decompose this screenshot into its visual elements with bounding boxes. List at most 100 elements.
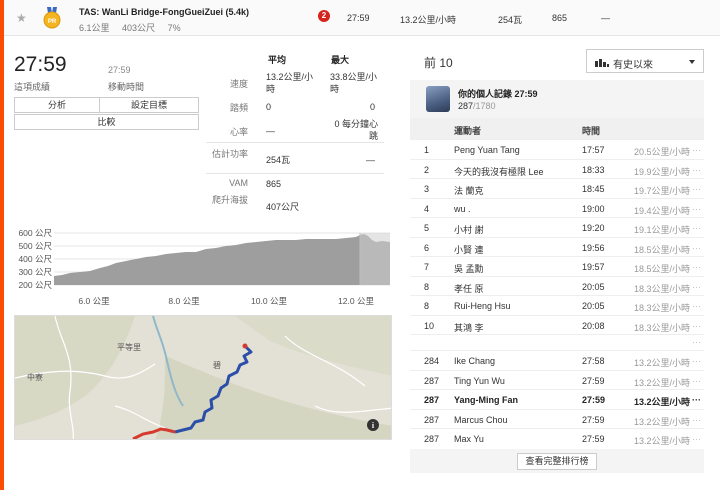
more-icon[interactable]: ···	[692, 356, 701, 366]
athlete-name-link[interactable]: 小賢 連	[454, 243, 484, 256]
more-icon[interactable]: ···	[692, 376, 701, 386]
y-tick-label: 200 公尺	[18, 280, 52, 290]
stat-max-speed: 33.8公里/小時	[330, 72, 378, 94]
more-icon[interactable]: ···	[692, 321, 701, 331]
time-cell: 19:00	[582, 203, 605, 214]
table-row: 7 吳 孟勳 19:57 18.5公里/小時 ···	[410, 256, 704, 276]
more-icon[interactable]: ···	[692, 301, 701, 311]
athlete-name-link[interactable]: Peng Yuan Tang	[454, 145, 520, 155]
table-row: 8 Rui-Heng Hsu 20:05 18.3公里/小時 ···	[410, 295, 704, 315]
rank-cell: 287	[424, 414, 440, 425]
left-accent-bar	[0, 0, 4, 490]
athlete-name-link[interactable]: 其鴻 李	[454, 321, 484, 334]
more-icon[interactable]: ···	[692, 415, 701, 425]
elevation-profile-chart[interactable]: 600 公尺 500 公尺 400 公尺 300 公尺 200 公尺 6.0 公…	[14, 226, 392, 310]
athlete-name-link[interactable]: Rui-Heng Hsu	[454, 301, 511, 311]
rank-cell: 3	[424, 184, 430, 194]
athlete-name-link[interactable]: 小村 謝	[454, 223, 484, 236]
segment-grade: 7%	[167, 23, 181, 33]
y-tick-label: 300 公尺	[18, 267, 52, 277]
pr-medal-icon: PR	[43, 7, 61, 29]
leaderboard-footer: 查看完整排行榜	[410, 449, 704, 473]
moving-time-label: 移動時間	[108, 82, 145, 92]
table-row: 10 其鴻 李 20:08 18.3公里/小時 ···	[410, 314, 704, 335]
map-canvas[interactable]: 中寮 平等里 碧 i	[15, 316, 392, 440]
column-athlete: 運動者	[454, 126, 482, 136]
more-icon[interactable]: ···	[692, 282, 701, 292]
stat-avg-vam: 865	[266, 179, 282, 189]
rank-cell: 1	[424, 145, 430, 155]
x-tick-label: 8.0 公里	[168, 296, 200, 306]
athlete-name-link[interactable]: 孝任 原	[454, 282, 484, 295]
stat-max-heartrate: 0 每分鐘心跳	[334, 119, 378, 141]
segment-name-link[interactable]: TAS: WanLi Bridge-FongGueiZuei (5.4k)	[79, 7, 249, 17]
more-icon[interactable]: ···	[692, 204, 701, 214]
elapsed-time: 27:59	[14, 53, 67, 76]
view-full-leaderboard-button[interactable]: 查看完整排行榜	[517, 453, 597, 470]
speed-cell: 18.5公里/小時	[634, 264, 691, 274]
pr-rank: 287/1780	[458, 101, 496, 111]
athlete-name-link[interactable]: Max Yu	[454, 434, 484, 444]
athlete-name-link[interactable]: Yang-Ming Fan	[454, 395, 518, 405]
segment-summary-bar[interactable]: ★ PR TAS: WanLi Bridge-FongGueiZuei (5.4…	[4, 0, 720, 36]
time-cell: 20:05	[582, 301, 605, 311]
more-icon[interactable]: ···	[692, 165, 701, 175]
table-row: 287 Marcus Chou 27:59 13.2公里/小時 ···	[410, 408, 704, 429]
more-icon[interactable]: ···	[692, 223, 701, 233]
more-icon[interactable]: ···	[692, 337, 701, 347]
chevron-down-icon	[689, 60, 695, 64]
stat-avg-cadence: 0	[266, 102, 272, 112]
moving-time: 27:59	[108, 65, 131, 75]
speed-cell: 13.2公里/小時	[634, 377, 691, 388]
set-goal-button[interactable]: 設定目標	[99, 97, 199, 113]
route-map[interactable]: 中寮 平等里 碧 i	[14, 315, 392, 440]
athlete-name-link[interactable]: 吳 孟勳	[454, 262, 484, 275]
y-tick-label: 500 公尺	[18, 241, 52, 251]
more-icon[interactable]: ···	[692, 243, 701, 253]
table-row: 287 Ting Yun Wu 27:59 13.2公里/小時 ···	[410, 369, 704, 390]
stats-header-avg: 平均	[268, 55, 287, 65]
pr-total: /1780	[473, 101, 496, 111]
rank-cell: 287	[424, 375, 440, 386]
stat-max-cadence: 0	[370, 102, 376, 112]
analyze-button[interactable]: 分析	[14, 97, 100, 113]
athlete-name-link[interactable]: Ike Chang	[454, 356, 495, 366]
avatar[interactable]	[426, 86, 450, 112]
time-cell: 20:05	[582, 281, 605, 292]
athlete-name-link[interactable]: 法 蘭克	[454, 184, 484, 197]
personal-record-box: 你的個人記錄 27:59 287/1780	[410, 80, 704, 118]
route-end-marker	[242, 343, 248, 349]
map-label: 平等里	[117, 342, 141, 352]
column-time: 時間	[582, 126, 601, 136]
segment-power: 254瓦	[498, 15, 523, 25]
table-row: 287 Yang-Ming Fan 27:59 13.2公里/小時 ···	[410, 389, 704, 409]
more-icon[interactable]: ···	[692, 262, 701, 272]
map-label: 中寮	[27, 372, 43, 382]
more-icon[interactable]: ···	[692, 184, 701, 194]
star-icon[interactable]: ★	[16, 11, 27, 25]
segment-distance: 6.1公里	[79, 23, 110, 33]
rank-cell: 287	[424, 434, 440, 444]
rank-cell: 7	[424, 262, 430, 272]
time-cell: 27:59	[582, 414, 605, 425]
speed-cell: 18.5公里/小時	[634, 244, 691, 255]
athlete-name-link[interactable]: Marcus Chou	[454, 415, 508, 425]
table-row: 4 wu . 19:00 19.4公里/小時 ···	[410, 197, 704, 218]
more-icon[interactable]: ···	[692, 395, 701, 405]
athlete-name-link[interactable]: 今天的我沒有極限 Lee	[454, 165, 544, 178]
athlete-name-link[interactable]: Ting Yun Wu	[454, 376, 505, 386]
segment-elevation: 403公尺	[122, 23, 156, 33]
speed-cell: 18.3公里/小時	[634, 322, 691, 333]
time-cell: 19:20	[582, 223, 605, 233]
speed-cell: 18.3公里/小時	[634, 303, 691, 313]
leaderboard-filter-dropdown[interactable]: 有史以來	[586, 49, 704, 73]
compare-button[interactable]: 比較	[14, 114, 199, 130]
leaderboard-gap: ···	[410, 334, 704, 350]
time-cell: 27:59	[582, 434, 605, 444]
more-icon[interactable]: ···	[692, 434, 701, 444]
more-icon[interactable]: ···	[692, 145, 701, 155]
stat-max-power: —	[366, 155, 375, 165]
table-row: 284 Ike Chang 27:58 13.2公里/小時 ···	[410, 350, 704, 370]
map-label: 碧	[213, 360, 221, 370]
athlete-name-link[interactable]: wu .	[454, 204, 471, 214]
